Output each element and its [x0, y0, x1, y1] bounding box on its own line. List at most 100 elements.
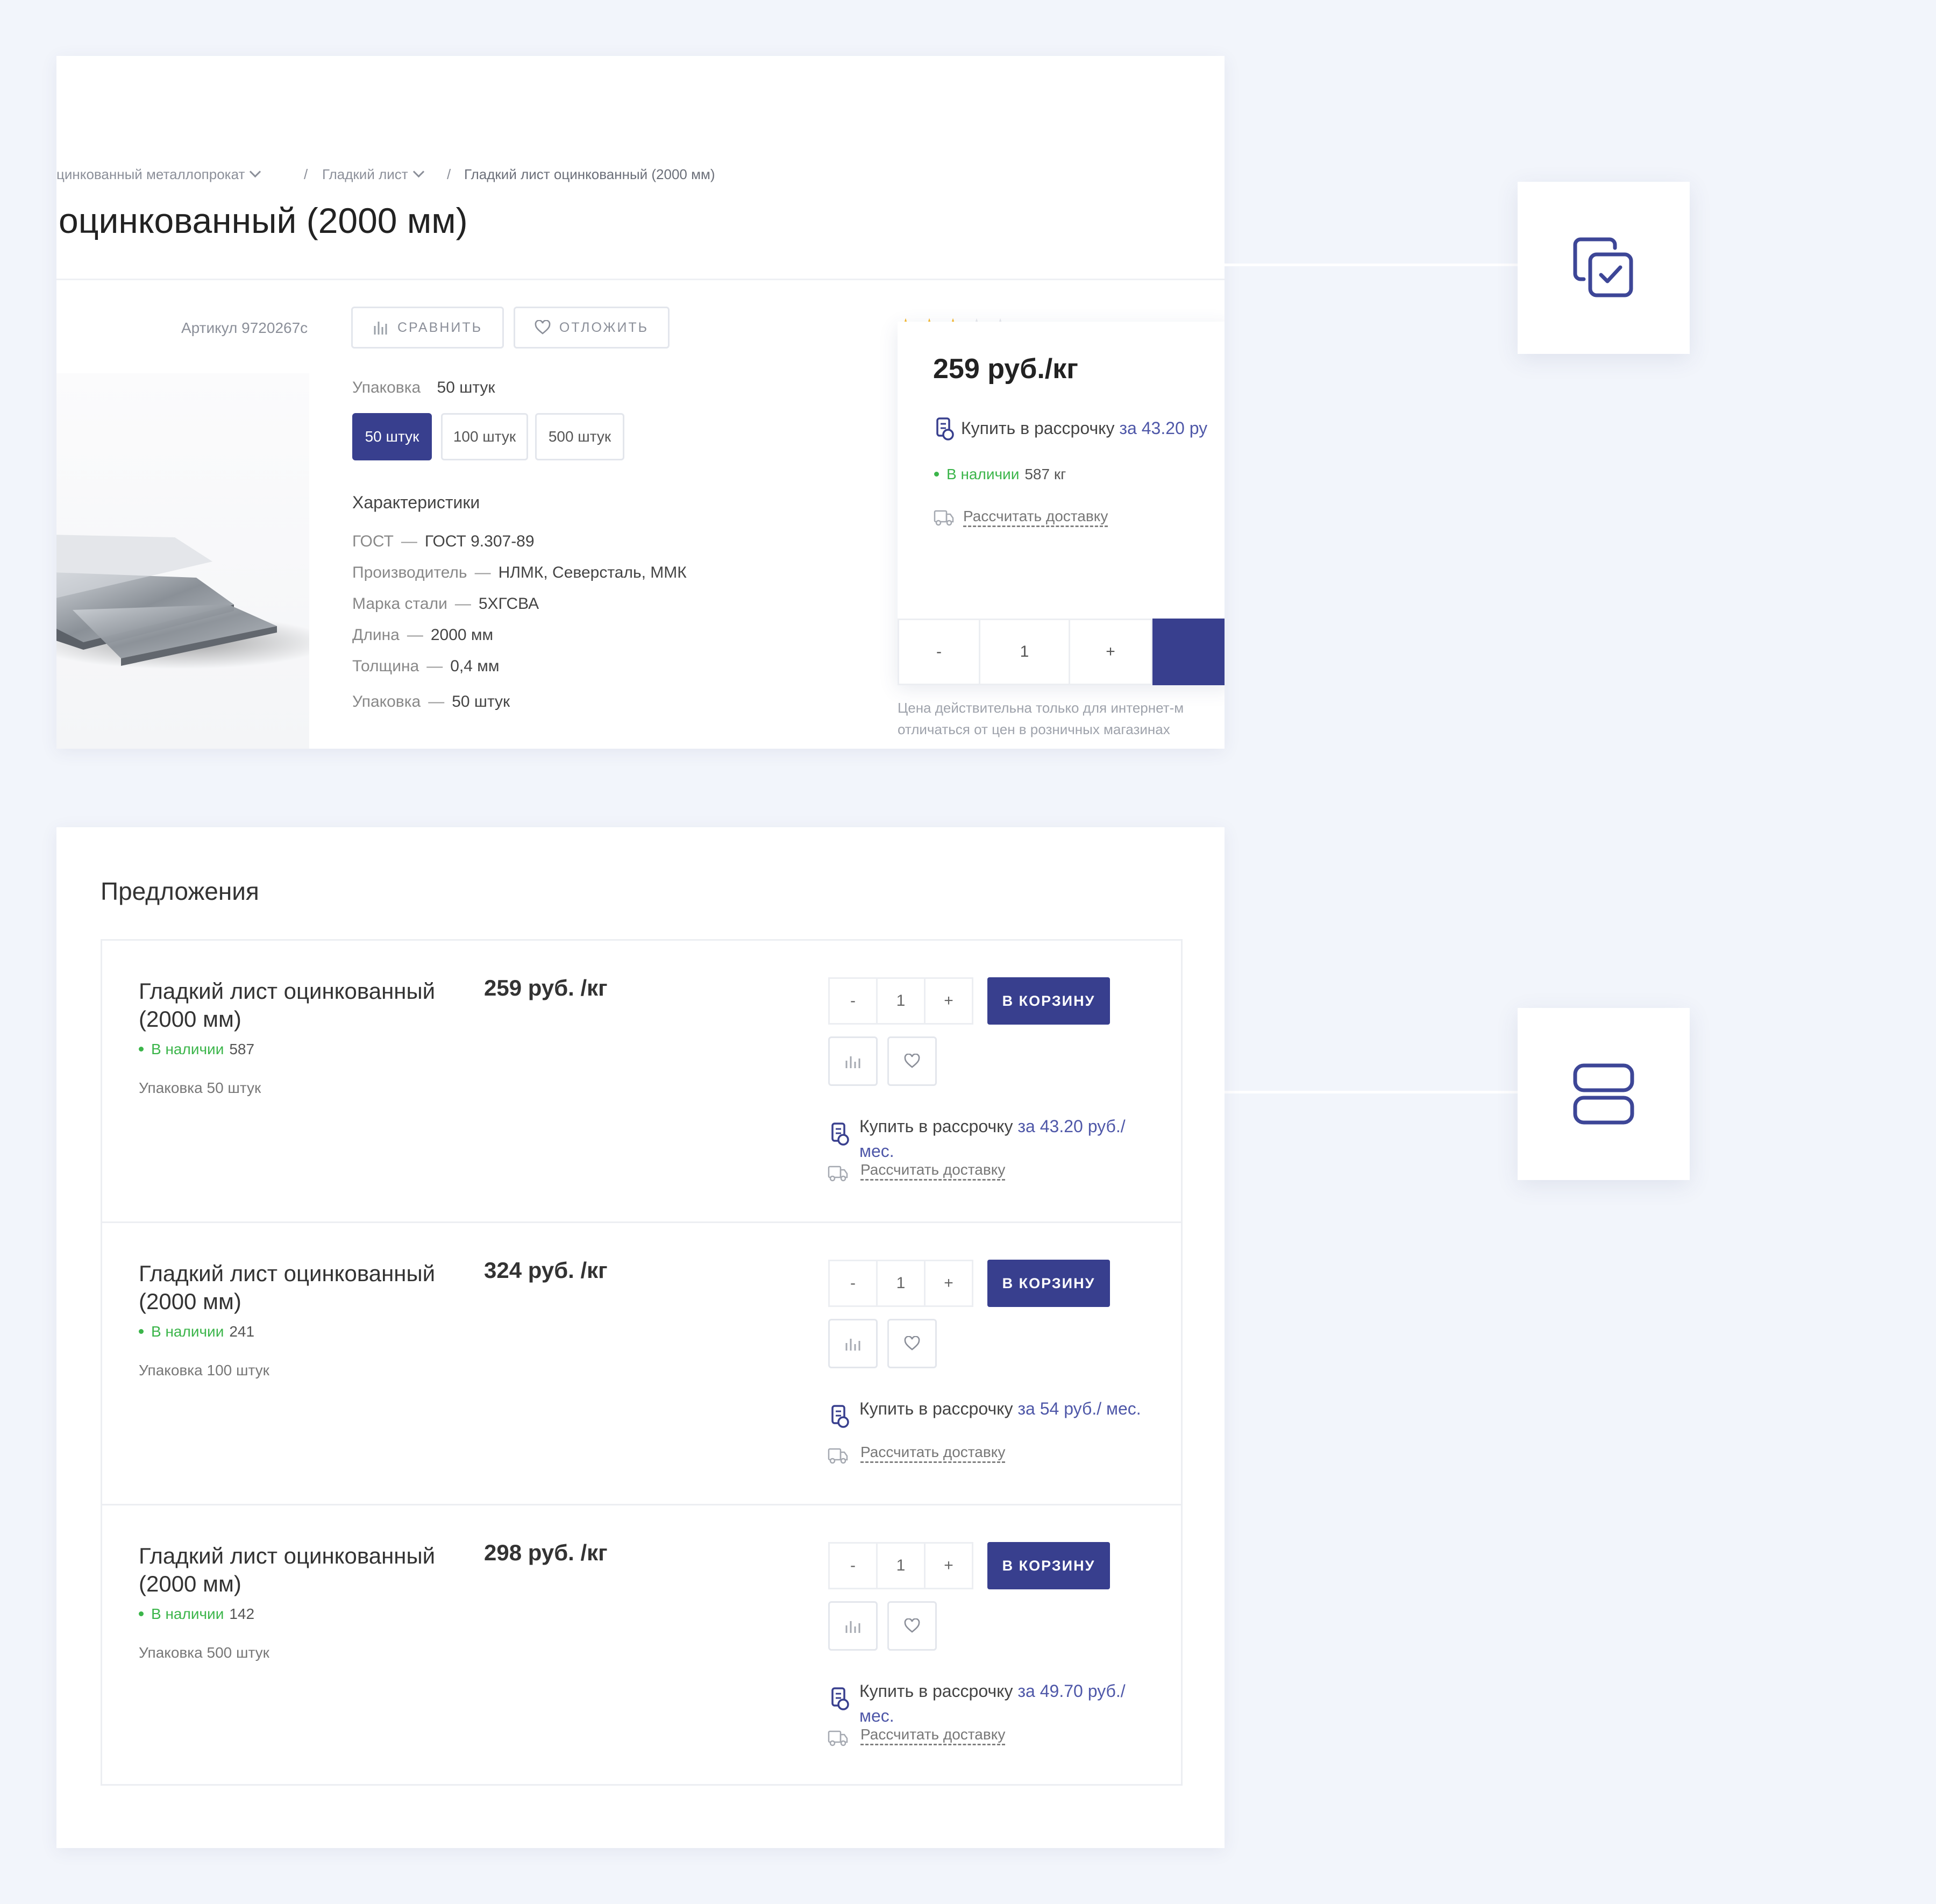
offers-card: Предложения Гладкий лист оцинкованный (2…: [56, 827, 1225, 1848]
wishlist-button[interactable]: [887, 1319, 937, 1368]
spec-row: Марка стали —5ХГСВА: [352, 595, 539, 613]
connector-line: [1225, 264, 1520, 266]
offer-price: 324 руб. /кг: [484, 1258, 608, 1283]
heart-icon: [904, 1618, 920, 1633]
specs-title: Характеристики: [352, 493, 480, 512]
product-image: [56, 373, 331, 749]
offer-name: Гладкий лист оцинкованный (2000 мм): [139, 978, 436, 1032]
compare-button[interactable]: СРАВНИТЬ: [351, 307, 504, 349]
breadcrumb-separator: /: [447, 166, 451, 182]
offer-row: Гладкий лист оцинкованный (2000 мм) В на…: [102, 1505, 1181, 1788]
installment-icon: [829, 1121, 851, 1146]
qty-input[interactable]: 1: [876, 977, 926, 1025]
spec-row: Толщина —0,4 мм: [352, 657, 500, 675]
offers-list: Гладкий лист оцинкованный (2000 мм) В на…: [101, 939, 1183, 1786]
compare-button[interactable]: [828, 1036, 878, 1086]
heart-icon: [535, 320, 551, 335]
qty-decrease-button[interactable]: -: [828, 1542, 878, 1589]
header-divider: [56, 279, 1225, 280]
wishlist-button[interactable]: ОТЛОЖИТЬ: [514, 307, 670, 349]
installment-link[interactable]: Купить в рассрочку за 54 руб./ мес.: [859, 1396, 1161, 1421]
side-icon-box: [1518, 182, 1690, 354]
pack-option-50[interactable]: 50 штук: [352, 413, 432, 460]
add-to-cart-button[interactable]: В КОРЗИНУ: [987, 1260, 1110, 1307]
qty-input[interactable]: 1: [876, 1260, 926, 1307]
qty-increase-button[interactable]: +: [924, 977, 973, 1025]
breadcrumb-item-2[interactable]: Гладкий лист: [322, 166, 424, 183]
qty-increase-button[interactable]: +: [924, 1260, 973, 1307]
bar-chart-icon: [845, 1621, 860, 1633]
delivery-truck-icon: [933, 508, 955, 527]
offer-price: 298 руб. /кг: [484, 1540, 608, 1565]
calculate-delivery-link[interactable]: Рассчитать доставку: [860, 1161, 1005, 1178]
add-to-cart-button[interactable]: В КОРЗИНУ: [987, 1542, 1110, 1589]
article-number: Артикул 9720267c: [181, 319, 308, 336]
compare-label: СРАВНИТЬ: [397, 319, 483, 335]
offer-stock: В наличии 142: [139, 1605, 254, 1623]
heart-icon: [904, 1054, 920, 1068]
offer-row: Гладкий лист оцинкованный (2000 мм) В на…: [102, 941, 1181, 1223]
packing-label: Упаковка: [352, 379, 421, 396]
installment-icon: [829, 1686, 851, 1711]
offer-pack: Упаковка 500 штук: [139, 1644, 269, 1661]
packing-value: 50 штук: [437, 379, 495, 396]
installment-icon: [829, 1404, 851, 1429]
offer-name: Гладкий лист оцинкованный (2000 мм): [139, 1543, 436, 1596]
offers-title: Предложения: [101, 877, 259, 905]
heart-icon: [904, 1336, 920, 1351]
offer-pack: Упаковка 50 штук: [139, 1079, 261, 1096]
offer-pack: Упаковка 100 штук: [139, 1362, 269, 1379]
delivery-truck-icon: [827, 1728, 849, 1747]
wishlist-button[interactable]: [887, 1036, 937, 1086]
calculate-delivery-link[interactable]: Рассчитать доставку: [963, 508, 1108, 525]
copy-check-icon: [1573, 237, 1633, 297]
spec-row: Упаковка —50 штук: [352, 693, 510, 711]
breadcrumb-separator: /: [304, 166, 308, 182]
compare-button[interactable]: [828, 1319, 878, 1368]
buybox-price: 259 руб./кг: [933, 353, 1078, 385]
qty-increase-button[interactable]: +: [924, 1542, 973, 1589]
qty-input[interactable]: 1: [979, 619, 1070, 685]
wishlist-button[interactable]: [887, 1601, 937, 1651]
buy-box: 259 руб./кг Купить в рассрочку за 43.20 …: [898, 322, 1225, 685]
compare-button[interactable]: [828, 1601, 878, 1651]
bar-chart-icon: [374, 322, 387, 335]
installment-link[interactable]: Купить в рассрочку за 43.20 ру: [961, 418, 1207, 438]
installment-icon: [934, 416, 956, 441]
stock-status: В наличии 587 кг: [934, 466, 1066, 483]
price-note: Цена действительна только для интернет-м…: [898, 700, 1184, 737]
spec-row: Производитель — НЛМК, Северсталь, ММК: [352, 564, 687, 581]
product-card: цинкованный металлопрокат / Гладкий лист…: [56, 56, 1225, 749]
qty-decrease-button[interactable]: -: [898, 619, 980, 685]
breadcrumb-item-1[interactable]: цинкованный металлопрокат: [56, 166, 261, 183]
calculate-delivery-link[interactable]: Рассчитать доставку: [860, 1444, 1005, 1461]
chevron-down-icon: [250, 166, 261, 178]
spec-row: Длина —2000 мм: [352, 626, 494, 644]
calculate-delivery-link[interactable]: Рассчитать доставку: [860, 1726, 1005, 1743]
offer-row: Гладкий лист оцинкованный (2000 мм) В на…: [102, 1223, 1181, 1505]
qty-decrease-button[interactable]: -: [828, 977, 878, 1025]
offer-stock: В наличии 587: [139, 1041, 254, 1058]
delivery-truck-icon: [827, 1446, 849, 1465]
offer-stock: В наличии 241: [139, 1323, 254, 1340]
chevron-down-icon: [412, 166, 424, 178]
spec-row: ГОСТ — ГОСТ 9.307-89: [352, 532, 535, 550]
qty-decrease-button[interactable]: -: [828, 1260, 878, 1307]
delivery-truck-icon: [827, 1163, 849, 1183]
breadcrumb-current: Гладкий лист оцинкованный (2000 мм): [464, 166, 715, 182]
installment-link[interactable]: Купить в рассрочку за 43.20 руб./ мес.: [859, 1114, 1161, 1163]
qty-input[interactable]: 1: [876, 1542, 926, 1589]
pack-option-100[interactable]: 100 штук: [441, 413, 528, 460]
add-to-cart-button[interactable]: В КОРЗИНУ: [987, 977, 1110, 1025]
installment-link[interactable]: Купить в рассрочку за 49.70 руб./ мес.: [859, 1679, 1161, 1728]
packing-row: Упаковка 50 штук: [352, 379, 495, 397]
bar-chart-icon: [845, 1056, 860, 1068]
add-to-cart-button[interactable]: [1152, 619, 1225, 685]
pack-option-500[interactable]: 500 штук: [535, 413, 624, 460]
connector-line: [1225, 1091, 1520, 1093]
qty-increase-button[interactable]: +: [1069, 619, 1152, 685]
wishlist-label: ОТЛОЖИТЬ: [559, 319, 649, 335]
rows-layout-icon: [1573, 1063, 1634, 1125]
bar-chart-icon: [845, 1339, 860, 1351]
offer-name: Гладкий лист оцинкованный (2000 мм): [139, 1261, 436, 1314]
